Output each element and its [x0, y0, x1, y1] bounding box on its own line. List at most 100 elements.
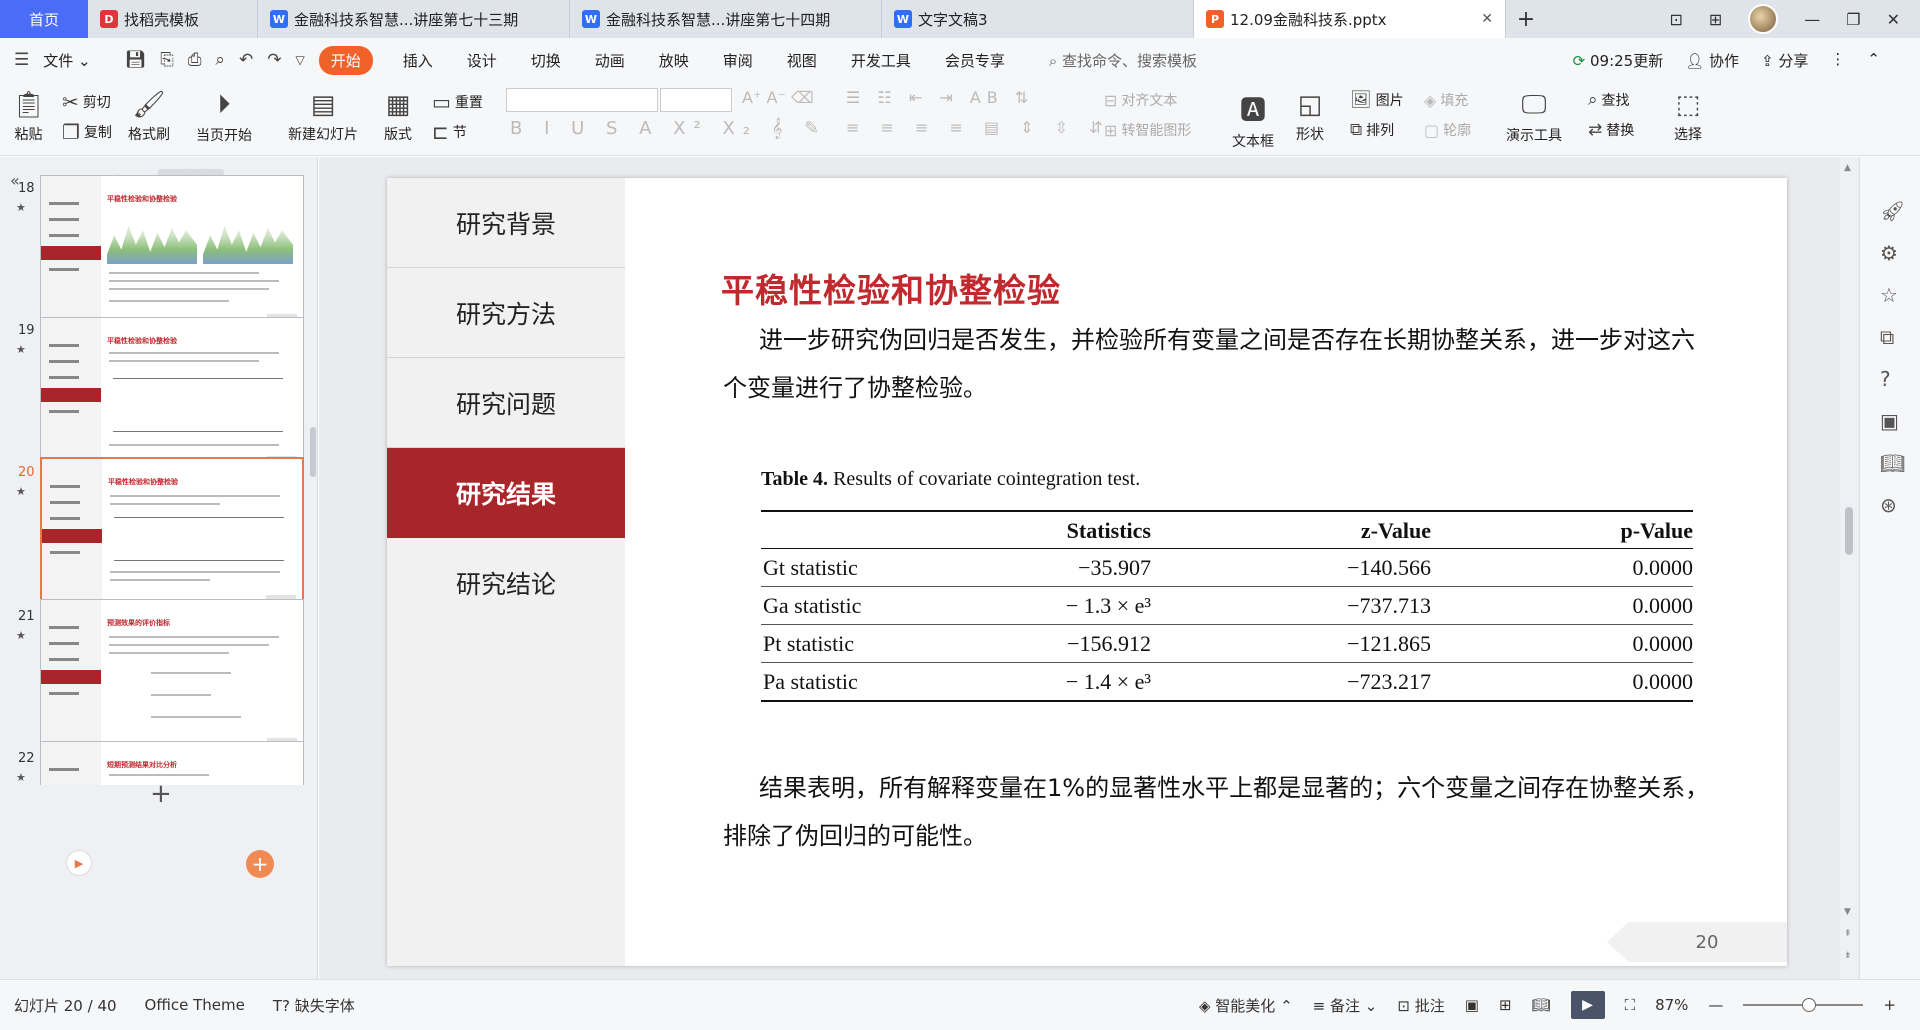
smartart-button[interactable]: ⊞ 转智能图形: [1104, 120, 1191, 140]
window-layout-icon[interactable]: ⊡: [1669, 10, 1682, 29]
new-tab-button[interactable]: +: [1506, 0, 1546, 38]
print-icon[interactable]: ⎙: [188, 50, 202, 70]
arrange-button[interactable]: ⧉ 排列: [1350, 120, 1394, 140]
close-tab-icon[interactable]: ✕: [1481, 11, 1493, 27]
textbox-button[interactable]: 🅰︎ 文本框: [1232, 90, 1274, 151]
menu-view[interactable]: 视图: [787, 50, 817, 71]
rocket-icon[interactable]: 🚀︎: [1880, 199, 1905, 223]
outline-button[interactable]: ▢ 轮廓: [1424, 120, 1471, 140]
add-slide-button[interactable]: +: [150, 779, 172, 809]
panel-scrollbar[interactable]: [310, 427, 316, 477]
menu-animation[interactable]: 动画: [595, 50, 625, 71]
reset-button[interactable]: ▭ 重置: [432, 90, 483, 114]
menu-design[interactable]: 设计: [467, 50, 497, 71]
transition-icon[interactable]: ⧉: [1880, 325, 1894, 349]
hamburger-menu-icon[interactable]: ☰: [14, 50, 29, 70]
save-icon[interactable]: 💾︎: [125, 50, 147, 70]
picture-button[interactable]: 🖼︎ 图片: [1350, 90, 1404, 110]
presenter-tools-button[interactable]: 🖵︎ 演示工具: [1506, 90, 1562, 145]
play-from-current-button[interactable]: ⏵ 当页开始: [196, 90, 252, 145]
restore-icon[interactable]: ❐: [1846, 10, 1860, 29]
tab-home[interactable]: 首页: [0, 0, 88, 38]
sync-status[interactable]: ⟳ 09:25更新: [1573, 50, 1664, 71]
play-slideshow-button[interactable]: ▶: [1570, 991, 1605, 1019]
add-slide-here-button[interactable]: +: [246, 850, 274, 878]
menu-home[interactable]: 开始: [318, 45, 373, 75]
quick-access-more-icon[interactable]: ▽: [295, 53, 304, 67]
zoom-level[interactable]: 87%: [1655, 996, 1688, 1014]
normal-view-icon[interactable]: ▣: [1465, 996, 1479, 1014]
menu-review[interactable]: 审阅: [723, 50, 753, 71]
section-button[interactable]: ⊏ 节: [432, 120, 467, 144]
help-icon[interactable]: ?: [1880, 367, 1891, 391]
command-search[interactable]: ⌕ 查找命令、搜索模板: [1049, 50, 1197, 71]
tab-doc-73[interactable]: W 金融科技系智慧...讲座第七十三期: [258, 0, 570, 38]
slide-sorter-icon[interactable]: ⊞: [1499, 996, 1512, 1014]
notes-button[interactable]: ≡ 备注 ⌄: [1313, 995, 1378, 1016]
paste-button[interactable]: 📋︎ 粘贴: [12, 90, 45, 144]
collapse-ribbon-icon[interactable]: ⌃: [1867, 50, 1880, 71]
minimize-icon[interactable]: —: [1804, 10, 1820, 29]
tab-doc3[interactable]: W 文字文稿3: [882, 0, 1194, 38]
paragraph-align-icons[interactable]: ≡ ≡ ≡ ≡ ▤ ⇕ ⇳ ⇵: [846, 118, 1111, 137]
slide-thumbnail-18[interactable]: 平稳性检验和协整检验: [40, 175, 304, 325]
print-preview-icon[interactable]: ⌕: [215, 50, 225, 70]
format-painter-button[interactable]: 🖌︎ 格式刷: [128, 90, 170, 144]
font-grow-icon[interactable]: A⁺ A⁻ ⌫: [742, 88, 814, 107]
fill-button[interactable]: ◈ 填充: [1424, 90, 1468, 110]
layout-button[interactable]: ▦ 版式: [384, 90, 412, 144]
share-button[interactable]: ⇪ 分享: [1761, 50, 1808, 71]
font-size-select[interactable]: [660, 88, 732, 112]
scroll-down-icon[interactable]: ▼: [1844, 907, 1851, 917]
sliders-icon[interactable]: ⚙︎: [1880, 241, 1898, 265]
font-style-icons[interactable]: B I U S A X² X₂ 𝄞 ✎: [510, 118, 827, 139]
scrollbar-thumb[interactable]: [1845, 507, 1853, 555]
comments-button[interactable]: ⊡ 批注: [1397, 995, 1444, 1016]
play-slide-icon[interactable]: ▶: [66, 850, 92, 876]
book-icon[interactable]: 📖︎: [1880, 451, 1905, 475]
copy-button[interactable]: ❐ 复制: [62, 120, 112, 144]
zoom-out-icon[interactable]: —: [1708, 996, 1723, 1014]
more-options-icon[interactable]: ⋮: [1830, 50, 1845, 71]
tab-docer[interactable]: D 找稻壳模板: [88, 0, 258, 38]
select-button[interactable]: ⬚ 选择: [1674, 90, 1702, 144]
menu-member[interactable]: 会员专享: [945, 50, 1005, 71]
font-family-select[interactable]: [506, 88, 658, 112]
scroll-up-icon[interactable]: ▲: [1844, 163, 1851, 173]
avatar[interactable]: [1748, 4, 1779, 34]
undo-icon[interactable]: ↶: [239, 50, 253, 70]
gallery-icon[interactable]: ▣: [1880, 409, 1899, 433]
missing-font-button[interactable]: T? 缺失字体: [273, 995, 355, 1016]
zoom-slider-knob[interactable]: [1802, 998, 1817, 1012]
slide-thumbnail-20[interactable]: 平稳性检验和协整检验: [40, 457, 304, 607]
tab-doc-74[interactable]: W 金融科技系智慧...讲座第七十四期: [570, 0, 882, 38]
collab-button[interactable]: 👤︎ 协作: [1685, 50, 1739, 71]
workspace-scrollbar[interactable]: ▲ ▼ ⇞ ⇟: [1840, 157, 1858, 979]
current-slide[interactable]: 研究背景 研究方法 研究问题 研究结果 研究结论 平稳性检验和协整检验 进一步研…: [387, 178, 1787, 966]
export-pdf-icon[interactable]: ⎘: [160, 50, 174, 70]
star-effect-icon[interactable]: ☆: [1880, 283, 1898, 307]
menu-developer[interactable]: 开发工具: [851, 50, 911, 71]
menu-slideshow[interactable]: 放映: [659, 50, 689, 71]
menu-insert[interactable]: 插入: [403, 50, 433, 71]
close-window-icon[interactable]: ✕: [1887, 10, 1900, 29]
replace-button[interactable]: ⇄ 替换: [1588, 120, 1634, 140]
shape-button[interactable]: ◱ 形状: [1296, 90, 1324, 144]
menu-transition[interactable]: 切换: [531, 50, 561, 71]
zoom-in-icon[interactable]: +: [1883, 996, 1896, 1014]
slide-thumbnail-21[interactable]: 预测效果的评价指标: [40, 599, 304, 749]
slide-thumbnail-19[interactable]: 平稳性检验和协整检验: [40, 317, 304, 467]
tab-pptx[interactable]: P 12.09金融科技系.pptx ✕: [1194, 0, 1506, 38]
new-slide-button[interactable]: ▤ 新建幻灯片: [288, 90, 358, 144]
fit-window-icon[interactable]: ⛶: [1625, 996, 1636, 1014]
compass-icon[interactable]: ⊛: [1880, 493, 1897, 517]
next-slide-icon[interactable]: ⇟: [1844, 951, 1852, 961]
redo-icon[interactable]: ↷: [267, 50, 281, 70]
grid-apps-icon[interactable]: ⊞: [1709, 10, 1722, 29]
prev-slide-icon[interactable]: ⇞: [1844, 929, 1852, 939]
smart-beautify-button[interactable]: ◈ 智能美化 ⌃: [1199, 995, 1293, 1016]
slide-thumbnail-22[interactable]: 短期预测结果对比分析: [40, 741, 304, 785]
find-button[interactable]: ⌕ 查找: [1588, 90, 1630, 110]
cut-button[interactable]: ✂ 剪切: [62, 90, 111, 114]
align-text-button[interactable]: ⊟ 对齐文本: [1104, 90, 1177, 110]
